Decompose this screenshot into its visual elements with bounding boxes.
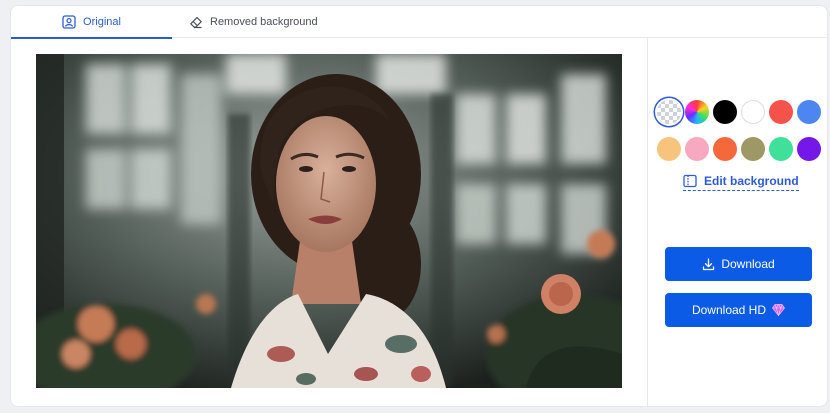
edit-background-link[interactable]: Edit background — [683, 171, 799, 191]
edit-background-label: Edit background — [704, 173, 799, 188]
edit-background-icon — [683, 174, 697, 187]
swatch-peach[interactable] — [657, 137, 681, 161]
swatch-purple[interactable] — [797, 137, 821, 161]
swatch-black[interactable] — [713, 100, 737, 124]
eraser-icon — [190, 16, 202, 29]
tab-original[interactable]: Original — [11, 6, 172, 39]
swatch-blue[interactable] — [797, 100, 821, 124]
download-hd-button[interactable]: Download HD — [665, 293, 812, 327]
swatch-white[interactable] — [741, 100, 765, 124]
download-icon — [703, 257, 715, 270]
editor-card: Original Removed background Edit backgro… — [10, 5, 828, 407]
image-preview — [36, 54, 622, 388]
swatch-green[interactable] — [769, 137, 793, 161]
portrait-photo — [36, 54, 622, 388]
download-button-label: Download — [721, 257, 775, 271]
download-hd-button-label: Download HD — [691, 303, 767, 317]
download-button[interactable]: Download — [665, 247, 812, 281]
tab-original-label: Original — [83, 16, 121, 28]
swatch-pink[interactable] — [685, 137, 709, 161]
swatch-olive[interactable] — [741, 137, 765, 161]
swatch-rainbow[interactable] — [685, 100, 709, 124]
panel-divider — [647, 38, 648, 406]
tab-bar: Original Removed background — [11, 6, 827, 39]
swatch-transparent[interactable] — [657, 100, 681, 124]
tab-removed-background-label: Removed background — [210, 16, 318, 28]
portrait-icon — [62, 15, 76, 29]
diamond-icon — [772, 304, 786, 316]
swatch-orange[interactable] — [713, 137, 737, 161]
swatch-red[interactable] — [769, 100, 793, 124]
tab-removed-background[interactable]: Removed background — [187, 6, 318, 38]
